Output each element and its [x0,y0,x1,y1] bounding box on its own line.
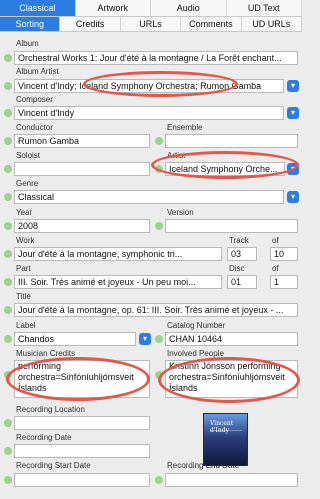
ensemble-field[interactable] [165,134,298,148]
track-of-label: of [272,236,279,245]
recording-start-date-field[interactable] [14,473,150,487]
version-field[interactable] [165,219,298,233]
recording-end-date-field[interactable] [165,473,298,487]
part-field[interactable]: III. Soir. Très animé et joyeux - Un peu… [14,275,222,289]
recording-start-date-label: Recording Start Date [16,461,91,470]
involved-people-label: Involved People [167,349,224,358]
album-cover[interactable]: Vincent d'Indy [203,413,248,466]
record-label-field[interactable]: Chandos [14,332,136,346]
catalog-number-field[interactable]: CHAN 10464 [165,332,298,346]
involved-people-field[interactable]: Kristinn Jónsson performing orchestra=Si… [165,360,298,398]
status-dot-icon [4,109,12,117]
genre-field[interactable]: Classical [14,190,284,204]
work-label: Work [16,236,35,245]
tab-row-1: Classical Artwork Audio UD Text [0,0,302,17]
album-label: Album [16,39,39,48]
status-dot-icon [155,222,163,230]
recording-date-label: Recording Date [16,433,72,442]
label-label: Label [16,321,36,330]
status-dot-icon [155,371,163,379]
soloist-field[interactable] [14,162,150,176]
status-dot-icon [155,476,163,484]
track-number-field[interactable]: 03 [227,247,257,261]
status-dot-icon [4,419,12,427]
chevron-down-icon[interactable]: ▾ [287,107,299,119]
catalog-number-label: Catalog Number [167,321,226,330]
soloist-label: Soloist [16,151,41,160]
status-dot-icon [4,54,12,62]
composer-label: Composer [16,95,53,104]
part-label: Part [16,264,31,273]
status-dot-icon [4,137,12,145]
artist-field[interactable]: Iceland Symphony Orche... [165,162,285,176]
tab-row-2: Sorting Credits URLs Comments UD URLs [0,17,303,32]
genre-label: Genre [16,179,39,188]
conductor-field[interactable]: Rumon Gamba [14,134,150,148]
album-artist-field[interactable]: Vincent d'Indy; Iceland Symphony Orchest… [14,79,284,93]
tab-sorting[interactable]: Sorting [0,17,61,31]
tab-comments[interactable]: Comments [181,17,242,31]
conductor-label: Conductor [16,123,53,132]
disc-of-label: of [272,264,279,273]
year-label: Year [16,208,33,217]
status-dot-icon [4,165,12,173]
chevron-down-icon[interactable]: ▾ [287,80,299,92]
ensemble-label: Ensemble [167,123,203,132]
chevron-down-icon[interactable]: ▾ [139,333,151,345]
disc-label: Disc [229,264,245,273]
tab-ud-text[interactable]: UD Text [227,0,302,16]
track-label: Track [229,236,249,245]
title-field[interactable]: Jour d'été à la montagne, op. 61: III. S… [14,303,298,317]
tab-classical[interactable]: Classical [0,0,76,16]
status-dot-icon [4,82,12,90]
status-dot-icon [155,165,163,173]
tab-artwork[interactable]: Artwork [76,0,151,16]
tab-urls[interactable]: URLs [121,17,182,31]
disc-number-field[interactable]: 01 [227,275,257,289]
chevron-down-icon[interactable]: ▾ [287,163,299,175]
work-field[interactable]: Jour d'été à la montagne, symphonic tri.… [14,247,222,261]
musician-credits-label: Musician Credits [16,349,76,358]
tab-bar: Classical Artwork Audio UD Text Sorting … [0,0,303,32]
status-dot-icon [155,137,163,145]
status-dot-icon [4,476,12,484]
track-total-field[interactable]: 10 [270,247,298,261]
tag-editor-panel: Album Orchestral Works 1: Jour d'été à l… [0,33,302,499]
chevron-down-icon[interactable]: ▾ [287,191,299,203]
recording-date-field[interactable] [14,444,150,458]
status-dot-icon [4,193,12,201]
status-dot-icon [4,306,12,314]
version-label: Version [167,208,194,217]
tab-credits[interactable]: Credits [60,17,121,31]
composer-field[interactable]: Vincent d'Indy [14,106,284,120]
artist-label: Artist [167,151,186,160]
musician-credits-field[interactable]: performing orchestra=Sinfóníuhljómsveit … [14,360,150,398]
recording-location-label: Recording Location [16,405,85,414]
recording-location-field[interactable] [14,416,150,430]
status-dot-icon [155,335,163,343]
status-dot-icon [4,371,12,379]
status-dot-icon [4,250,12,258]
disc-total-field[interactable]: 1 [270,275,298,289]
status-dot-icon [4,447,12,455]
tab-ud-urls[interactable]: UD URLs [242,17,303,31]
year-field[interactable]: 2008 [14,219,150,233]
title-label: Title [16,292,31,301]
status-dot-icon [4,222,12,230]
album-field[interactable]: Orchestral Works 1: Jour d'été à la mont… [14,51,298,65]
status-dot-icon [4,335,12,343]
album-artist-label: Album Artist [16,67,59,76]
status-dot-icon [4,278,12,286]
album-cover-art [210,430,242,450]
tab-audio[interactable]: Audio [151,0,227,16]
